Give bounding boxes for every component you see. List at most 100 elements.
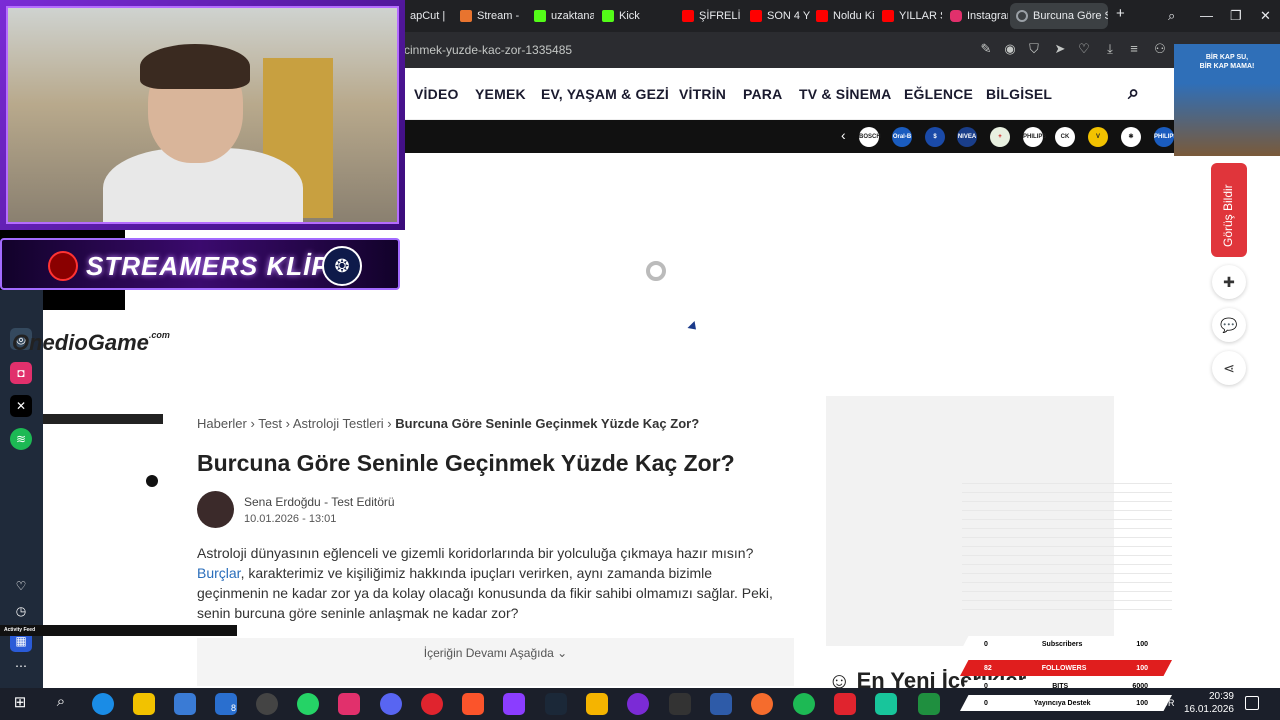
author-role: Test Editörü — [331, 495, 395, 509]
brand-logo[interactable]: BOSCH — [859, 127, 881, 147]
author-line: Sena Erdoğdu - Test Editörü — [244, 495, 395, 509]
camera-icon[interactable]: ◉ — [1002, 41, 1018, 57]
play-icon[interactable] — [146, 475, 158, 487]
file-explorer-icon[interactable] — [133, 693, 155, 715]
send-icon[interactable]: ➤ — [1052, 41, 1068, 57]
kick-icon — [534, 10, 546, 22]
tab-label: YILLAR S — [899, 10, 942, 22]
feedback-button[interactable]: Görüş Bildir — [1211, 163, 1247, 257]
browser-tab[interactable]: YILLAR S — [876, 3, 942, 29]
nav-item-ev-yasam-gezi[interactable]: EV, YAŞAM & GEZİ — [541, 86, 669, 102]
brand-logo[interactable]: ✱ — [1121, 127, 1141, 147]
instagram-icon[interactable]: ◘ — [10, 362, 32, 384]
continue-reading-box[interactable]: İçeriğin Devamı Aşağıda ⌄ — [197, 638, 794, 686]
brand-logo[interactable]: NIVEA — [957, 127, 977, 147]
tab-label: Instagran — [967, 10, 1008, 22]
chevron-left-icon[interactable]: ‹ — [841, 127, 846, 143]
browser-tab[interactable]: Kick — [596, 3, 662, 29]
breadcrumb-test[interactable]: Test — [258, 416, 282, 431]
nav-item-yemek[interactable]: YEMEK — [475, 86, 526, 102]
search-tabs-icon[interactable]: ⌕ — [1168, 8, 1175, 24]
spotify-icon[interactable] — [793, 693, 815, 715]
search-icon[interactable]: ⌕ — [1128, 82, 1139, 105]
nav-item-tv-sinema[interactable]: TV & SİNEMA — [799, 86, 891, 102]
notifications-icon[interactable] — [1245, 696, 1259, 710]
bookmark-icon[interactable]: ✚ — [1212, 265, 1246, 299]
browser-tab[interactable]: ŞİFRELİ 5 — [676, 3, 742, 29]
nav-item-bilgisel[interactable]: BİLGİSEL — [986, 86, 1052, 102]
brand-logo[interactable]: PHILIPS — [1154, 127, 1177, 147]
browser-tab[interactable]: apCut | — [404, 3, 454, 29]
shield-icon[interactable]: ⛉ — [1026, 41, 1042, 57]
maximize-button[interactable]: ❐ — [1230, 8, 1242, 24]
webcam-feed — [6, 6, 399, 224]
app-icon[interactable] — [834, 693, 856, 715]
brave-icon[interactable] — [462, 693, 484, 715]
chat-message — [962, 476, 1172, 484]
author-avatar[interactable] — [197, 491, 234, 528]
brand-logo[interactable]: Oral-B — [892, 127, 912, 147]
menu-icon[interactable]: ≡ — [1126, 41, 1142, 57]
discord-icon[interactable] — [380, 693, 402, 715]
browser-tab[interactable]: SON 4 Yı — [744, 3, 810, 29]
new-tab-button[interactable]: + — [1116, 5, 1125, 22]
more-icon[interactable]: ⋯ — [10, 655, 32, 677]
store-icon[interactable] — [174, 693, 196, 715]
spotify-icon[interactable]: ≋ — [10, 428, 32, 450]
breadcrumb-home[interactable]: Haberler — [197, 416, 247, 431]
brand-logo[interactable]: CK — [1055, 127, 1075, 147]
whatsapp-icon[interactable] — [297, 693, 319, 715]
heart-icon[interactable]: ♡ — [1076, 41, 1092, 57]
nav-item-eglence[interactable]: EĞLENCE — [904, 86, 973, 102]
browser-tab-active[interactable]: Burcuna Göre Se — [1010, 3, 1108, 29]
close-window-button[interactable]: ✕ — [1260, 8, 1271, 24]
nav-item-video[interactable]: VİDEO — [414, 86, 459, 102]
epic-games-icon[interactable] — [669, 693, 691, 715]
steam-icon[interactable] — [545, 693, 567, 715]
nav-item-para[interactable]: PARA — [743, 86, 782, 102]
search-icon[interactable]: ⌕ — [50, 693, 72, 715]
browser-tab[interactable]: Stream - — [454, 3, 526, 29]
comments-icon[interactable]: 💬 — [1212, 308, 1246, 342]
browser-tab[interactable]: Noldu Ki — [810, 3, 876, 29]
share-icon[interactable]: ⋖ — [1212, 351, 1246, 385]
windows-start-icon[interactable]: ⊞ — [9, 693, 31, 715]
brand-logo[interactable]: PHILIPS — [1023, 127, 1046, 147]
speed-icon[interactable] — [256, 693, 278, 715]
system-clock[interactable]: 20:39 16.01.2026 — [1184, 690, 1234, 716]
canva-icon[interactable] — [503, 693, 525, 715]
url-text[interactable]: cinmek-yuzde-kac-zor-1335485 — [404, 43, 572, 57]
brand-logo[interactable]: V — [1088, 127, 1108, 147]
ea-icon[interactable] — [751, 693, 773, 715]
history-icon[interactable]: ◷ — [10, 600, 32, 622]
breadcrumb: Haberler › Test › Astroloji Testleri › B… — [197, 416, 700, 431]
download-icon[interactable]: ⤓ — [1102, 41, 1118, 57]
heart-icon[interactable]: ♡ — [10, 575, 32, 597]
brand-logo[interactable]: $ — [925, 127, 945, 147]
stat-label: FOLLOWERS — [1041, 664, 1087, 672]
publish-date: 10.01.2026 - 13:01 — [244, 513, 337, 525]
opera-icon[interactable] — [421, 693, 443, 715]
author-name[interactable]: Sena Erdoğdu — [244, 495, 321, 509]
edit-icon[interactable]: ✎ — [978, 41, 994, 57]
brand-logo[interactable]: + — [990, 127, 1010, 147]
nav-item-vitrin[interactable]: VİTRİN — [679, 86, 726, 102]
browser-tab[interactable]: Instagran — [944, 3, 1008, 29]
breadcrumb-astroloji[interactable]: Astroloji Testleri — [293, 416, 384, 431]
browser-tab[interactable]: uzaktana — [528, 3, 594, 29]
obs-icon[interactable] — [627, 693, 649, 715]
vpn-icon[interactable] — [710, 693, 732, 715]
pet-food-ad[interactable]: BİR KAP SU, BİR KAP MAMA! — [1174, 44, 1280, 156]
burclar-link[interactable]: Burçlar — [197, 565, 241, 581]
rockstar-icon[interactable] — [586, 693, 608, 715]
chat-message — [962, 548, 1172, 556]
x-twitter-icon[interactable]: ✕ — [10, 395, 32, 417]
instagram-icon[interactable] — [338, 693, 360, 715]
excel-icon[interactable] — [918, 693, 940, 715]
minimize-button[interactable]: — — [1200, 8, 1213, 23]
youtube-icon — [682, 10, 694, 22]
streamlabs-icon[interactable] — [875, 693, 897, 715]
mini-player-bar — [43, 414, 163, 424]
edge-icon[interactable] — [92, 693, 114, 715]
profile-icon[interactable]: ⚇ — [1152, 41, 1168, 57]
